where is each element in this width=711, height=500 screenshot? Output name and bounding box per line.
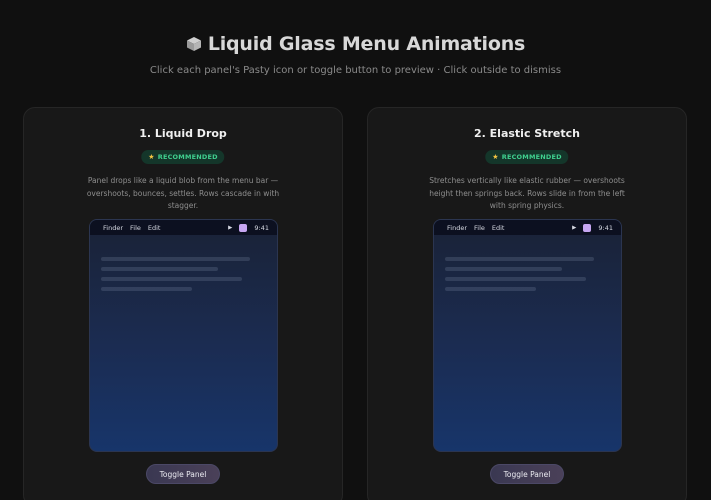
panel-preview: Finder File Edit ▶ 9:41 xyxy=(433,219,622,452)
menu-item-file: File xyxy=(474,223,485,232)
recommended-badge: ★ RECOMMENDED xyxy=(485,150,569,164)
pasty-icon[interactable] xyxy=(583,223,592,232)
star-icon: ★ xyxy=(492,153,499,161)
menu-item-file: File xyxy=(130,223,141,232)
page: Liquid Glass Menu Animations Click each … xyxy=(0,0,711,500)
menu-item-finder: Finder xyxy=(103,223,123,232)
toggle-panel-button[interactable]: Toggle Panel xyxy=(146,464,220,484)
menu-clock: 9:41 xyxy=(598,223,613,232)
cube-icon xyxy=(186,37,201,51)
skeleton-row xyxy=(445,257,594,261)
skeleton-row xyxy=(101,257,250,261)
menu-clock: 9:41 xyxy=(254,223,269,232)
badge-label: RECOMMENDED xyxy=(157,153,218,161)
skeleton-row xyxy=(445,277,586,281)
animation-card-elastic-stretch: 2. Elastic Stretch ★ RECOMMENDED Stretch… xyxy=(367,107,687,500)
page-subtitle: Click each panel's Pasty icon or toggle … xyxy=(149,65,562,76)
menu-item-edit: Edit xyxy=(147,223,161,232)
skeleton-row xyxy=(445,267,562,271)
menu-item-edit: Edit xyxy=(491,223,505,232)
caret-right-icon: ▶ xyxy=(572,224,577,231)
card-description: Stretches vertically like elastic rubber… xyxy=(429,176,625,210)
badge-label: RECOMMENDED xyxy=(501,153,562,161)
skeleton-rows xyxy=(101,257,250,297)
skeleton-row xyxy=(101,287,192,291)
menu-item-finder: Finder xyxy=(447,223,467,232)
pasty-icon[interactable] xyxy=(239,223,248,232)
skeleton-row xyxy=(101,277,242,281)
skeleton-rows xyxy=(445,257,594,297)
card-description: Panel drops like a liquid blob from the … xyxy=(86,176,280,210)
menu-bar: Finder File Edit ▶ 9:41 xyxy=(90,220,277,235)
skeleton-row xyxy=(101,267,218,271)
header: Liquid Glass Menu Animations Click each … xyxy=(0,33,711,76)
page-title: Liquid Glass Menu Animations xyxy=(207,33,526,55)
toggle-panel-button[interactable]: Toggle Panel xyxy=(490,464,564,484)
title-row: Liquid Glass Menu Animations xyxy=(0,33,711,55)
caret-right-icon: ▶ xyxy=(228,224,233,231)
menu-bar: Finder File Edit ▶ 9:41 xyxy=(434,220,621,235)
star-icon: ★ xyxy=(148,153,155,161)
panel-preview: Finder File Edit ▶ 9:41 xyxy=(89,219,278,452)
animation-card-liquid-drop: 1. Liquid Drop ★ RECOMMENDED Panel drops… xyxy=(23,107,343,500)
recommended-badge: ★ RECOMMENDED xyxy=(141,150,225,164)
card-title: 1. Liquid Drop xyxy=(139,127,227,140)
card-title: 2. Elastic Stretch xyxy=(474,127,580,140)
skeleton-row xyxy=(445,287,536,291)
